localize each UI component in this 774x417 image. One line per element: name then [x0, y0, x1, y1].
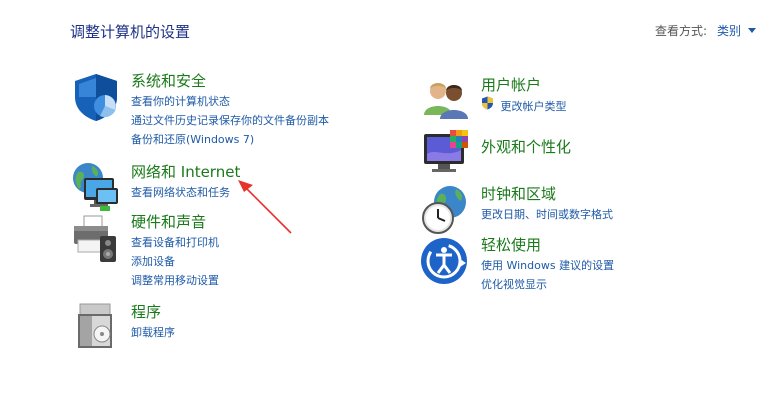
users-icon[interactable] [420, 75, 472, 127]
category-title[interactable]: 程序 [131, 302, 391, 322]
page-title: 调整计算机的设置 [70, 23, 191, 41]
programs-box-icon[interactable] [70, 302, 122, 354]
link-recommended-settings[interactable]: 使用 Windows 建议的设置 [481, 256, 741, 275]
category-title[interactable]: 外观和个性化 [481, 137, 741, 157]
monitor-palette-icon[interactable] [420, 128, 472, 180]
view-by-dropdown[interactable]: 类别 [717, 22, 741, 39]
category-title[interactable]: 时钟和区域 [481, 184, 741, 204]
ease-of-access-icon[interactable] [420, 235, 472, 287]
link-date-time-format[interactable]: 更改日期、时间或数字格式 [481, 205, 741, 224]
link-change-account-type[interactable]: 更改帐户类型 [481, 96, 741, 116]
shield-icon[interactable] [70, 71, 122, 123]
category-title[interactable]: 用户帐户 [481, 75, 741, 95]
uac-shield-icon [482, 96, 493, 110]
category-title[interactable]: 系统和安全 [131, 71, 391, 91]
link-devices-printers[interactable]: 查看设备和打印机 [131, 233, 391, 252]
category-title[interactable]: 轻松使用 [481, 235, 741, 255]
network-globe-icon[interactable] [70, 162, 122, 214]
dropdown-caret-icon[interactable] [748, 28, 756, 33]
view-by: 查看方式: 类别 [655, 22, 756, 39]
clock-globe-icon[interactable] [420, 184, 472, 236]
link-optimize-visual[interactable]: 优化视觉显示 [481, 275, 741, 294]
printer-icon[interactable] [70, 212, 122, 264]
category-title[interactable]: 网络和 Internet [131, 162, 391, 182]
link-add-device[interactable]: 添加设备 [131, 252, 391, 271]
view-by-label: 查看方式: [654, 24, 707, 38]
link-backup-restore[interactable]: 备份和还原(Windows 7) [131, 130, 391, 149]
link-label: 更改帐户类型 [500, 100, 567, 113]
link-view-computer-status[interactable]: 查看你的计算机状态 [131, 92, 391, 111]
link-mobility-settings[interactable]: 调整常用移动设置 [131, 271, 391, 290]
link-uninstall-program[interactable]: 卸载程序 [131, 323, 391, 342]
link-network-status[interactable]: 查看网络状态和任务 [131, 183, 391, 202]
link-file-history[interactable]: 通过文件历史记录保存你的文件备份副本 [131, 111, 391, 130]
category-title[interactable]: 硬件和声音 [131, 212, 391, 232]
